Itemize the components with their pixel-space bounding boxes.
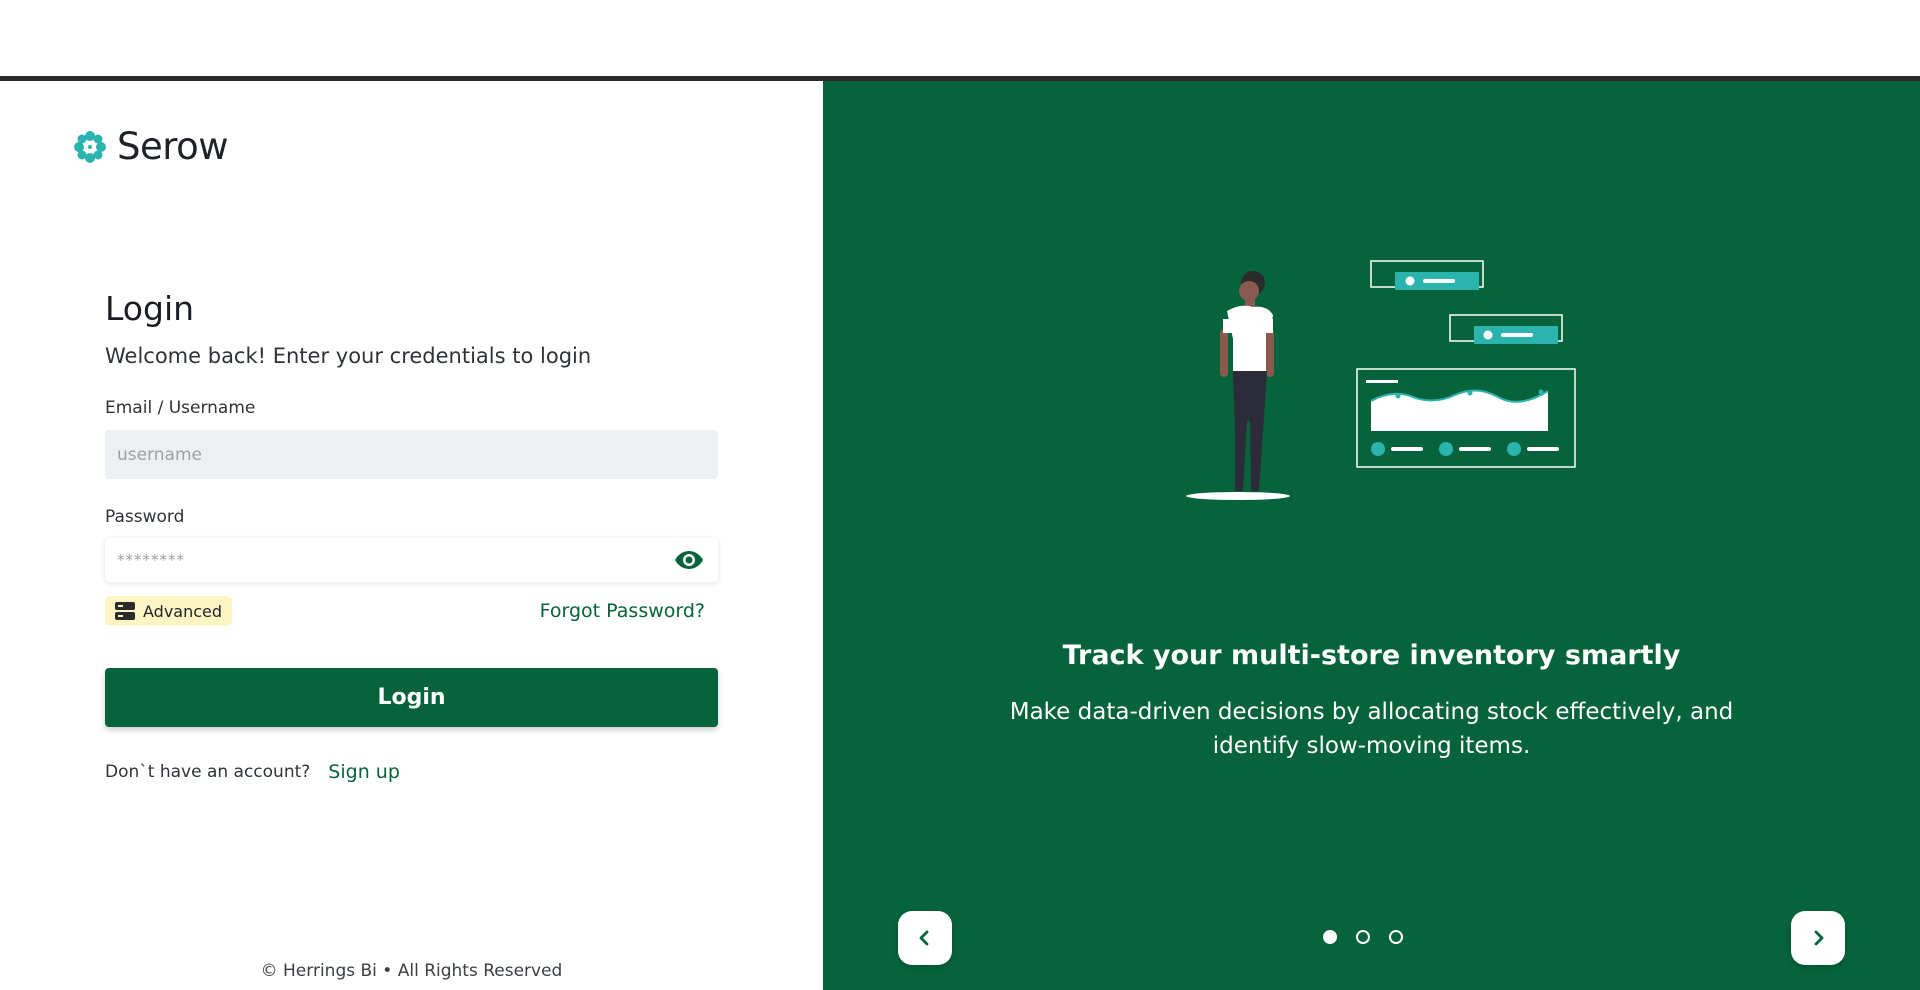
- email-placeholder: username: [117, 444, 202, 465]
- promo-carousel: Track your multi-store inventory smartly…: [823, 81, 1920, 990]
- inventory-illustration: [1186, 260, 1576, 500]
- forgot-password-link[interactable]: Forgot Password?: [540, 600, 705, 622]
- advanced-button[interactable]: Advanced: [105, 596, 233, 626]
- carousel-next-button[interactable]: [1791, 911, 1845, 965]
- brand: Serow: [73, 125, 229, 168]
- password-placeholder: ********: [117, 551, 185, 569]
- password-label: Password: [105, 507, 185, 527]
- carousel-dot-2[interactable]: [1356, 930, 1370, 944]
- options-row: Advanced Forgot Password?: [105, 596, 705, 626]
- slide-description: Make data-driven decisions by allocating…: [1009, 699, 1734, 759]
- login-button[interactable]: Login: [105, 668, 718, 727]
- eye-icon[interactable]: [674, 549, 704, 571]
- flower-logo-icon: [74, 130, 106, 163]
- brand-name: Serow: [117, 125, 229, 168]
- chevron-right-icon: [1814, 930, 1824, 946]
- login-form: Login Welcome back! Enter your credentia…: [105, 289, 718, 783]
- footer-copyright: © Herrings Bi • All Rights Reserved: [260, 961, 563, 981]
- email-label: Email / Username: [105, 398, 256, 418]
- page-subtitle: Welcome back! Enter your credentials to …: [105, 344, 592, 368]
- chevron-left-icon: [919, 930, 929, 946]
- email-field[interactable]: username: [105, 430, 718, 479]
- password-field[interactable]: ********: [105, 538, 718, 582]
- login-panel: Serow Login Welcome back! Enter your cre…: [0, 81, 823, 990]
- carousel-dot-1[interactable]: [1323, 930, 1337, 944]
- page-title: Login: [105, 289, 195, 328]
- signup-link[interactable]: Sign up: [328, 761, 400, 783]
- carousel-indicators: [1323, 930, 1403, 944]
- signup-row: Don`t have an account? Sign up: [105, 761, 718, 783]
- signup-question: Don`t have an account?: [105, 762, 311, 782]
- slide-title: Track your multi-store inventory smartly: [1062, 640, 1681, 671]
- carousel-prev-button[interactable]: [898, 911, 952, 965]
- advanced-label: Advanced: [143, 601, 223, 621]
- server-icon: [115, 602, 135, 620]
- top-bar: [0, 0, 1920, 76]
- carousel-dot-3[interactable]: [1389, 930, 1403, 944]
